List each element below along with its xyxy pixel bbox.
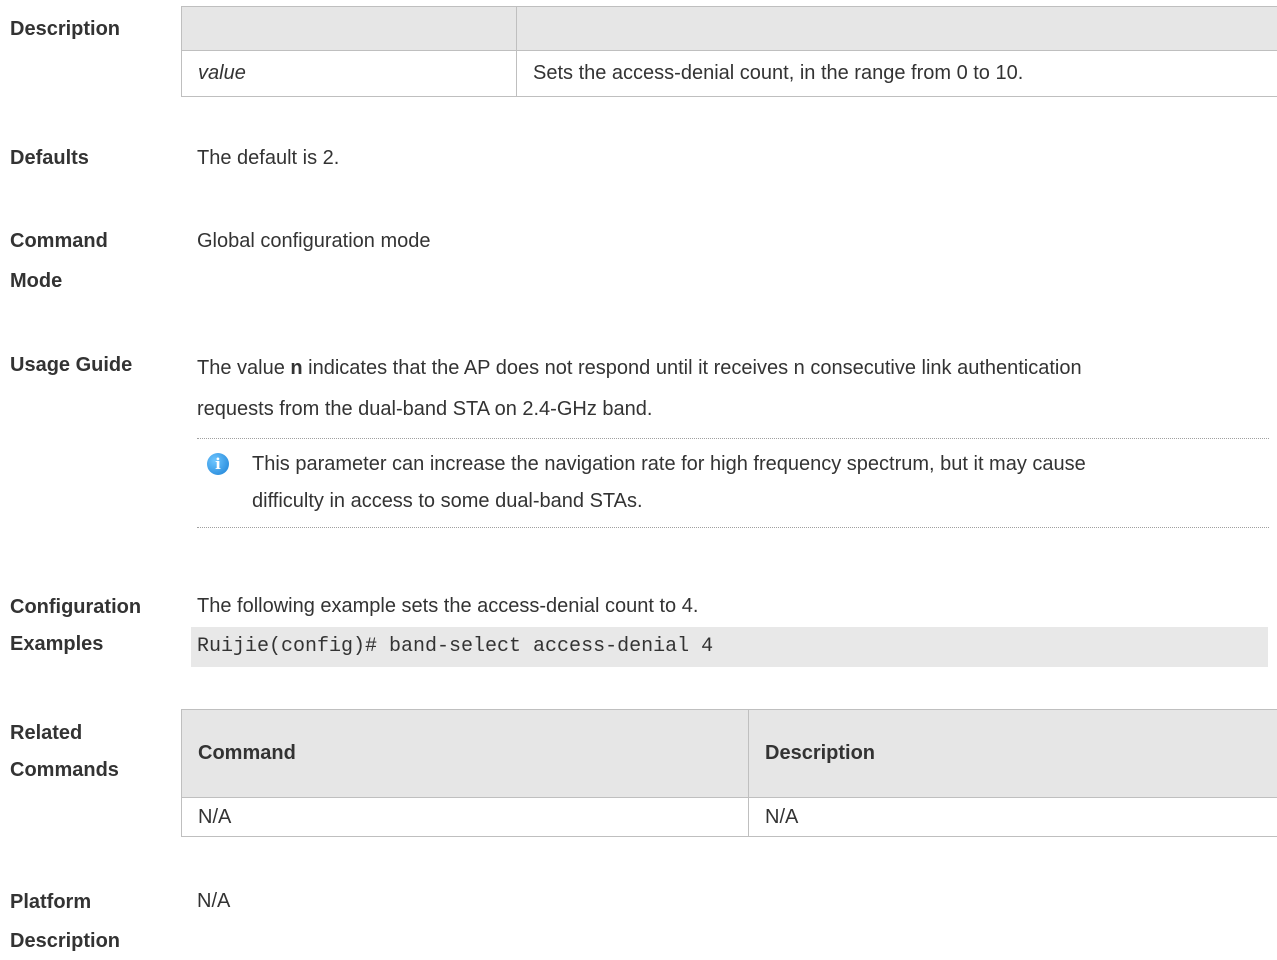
description-header-cell — [517, 7, 1277, 51]
configuration-examples-label: Configuration Examples — [10, 589, 141, 663]
usage-note-text: This parameter can increase the navigati… — [252, 446, 1262, 520]
command-mode-label-line1: Command — [10, 224, 108, 258]
usage-guide-text-bold: n — [290, 357, 302, 379]
usage-note-line1: This parameter can increase the navigati… — [252, 453, 1086, 475]
usage-guide-text-line2: requests from the dual-band STA on 2.4-G… — [197, 398, 652, 420]
usage-guide-label: Usage Guide — [10, 348, 132, 382]
platform-description-label-line2: Description — [10, 923, 120, 960]
usage-guide-text: The value n indicates that the AP does n… — [197, 348, 1272, 430]
table-row: value Sets the access-denial count, in t… — [182, 51, 1277, 97]
table-row: N/A N/A — [182, 798, 1277, 837]
configuration-examples-label-line2: Examples — [10, 626, 141, 663]
parameter-desc-cell: Sets the access-denial count, in the ran… — [517, 51, 1277, 97]
defaults-text: The default is 2. — [197, 141, 339, 175]
related-commands-label-line1: Related — [10, 715, 119, 752]
command-mode-label: Command Mode — [10, 224, 108, 298]
parameter-table: value Sets the access-denial count, in t… — [181, 6, 1277, 97]
command-mode-label-line2: Mode — [10, 264, 108, 298]
related-commands-header: Command Description — [182, 710, 1277, 798]
command-cell: N/A — [182, 798, 749, 837]
platform-description-label: Platform Description — [10, 884, 120, 960]
usage-note-line2: difficulty in access to some dual-band S… — [252, 490, 643, 512]
command-mode-text: Global configuration mode — [197, 224, 430, 258]
parameter-header-cell — [182, 7, 517, 51]
platform-description-text: N/A — [197, 884, 230, 918]
related-commands-label: Related Commands — [10, 715, 119, 789]
description-cell: N/A — [749, 798, 1277, 837]
usage-note: i This parameter can increase the naviga… — [197, 438, 1269, 528]
platform-description-label-line1: Platform — [10, 884, 120, 921]
parameter-name-cell: value — [182, 51, 517, 97]
usage-guide-text-pre: The value — [197, 357, 290, 379]
defaults-label: Defaults — [10, 141, 89, 175]
configuration-examples-text: The following example sets the access-de… — [197, 589, 698, 623]
description-column-header: Description — [749, 710, 1277, 798]
info-icon: i — [207, 453, 229, 475]
command-column-header: Command — [182, 710, 749, 798]
related-commands-label-line2: Commands — [10, 752, 119, 789]
description-label: Description — [10, 12, 120, 46]
code-example: Ruijie(config)# band-select access-denia… — [191, 627, 1268, 667]
parameter-table-header — [182, 7, 1277, 51]
usage-guide-text-post: indicates that the AP does not respond u… — [303, 357, 1082, 379]
configuration-examples-label-line1: Configuration — [10, 589, 141, 626]
related-commands-table: Command Description N/A N/A — [181, 709, 1277, 837]
